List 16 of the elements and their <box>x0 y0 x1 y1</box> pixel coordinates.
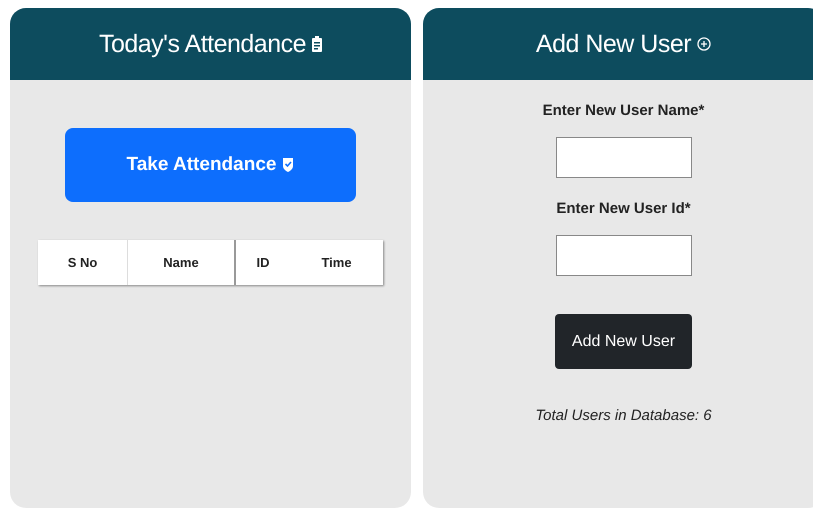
column-header: Name <box>128 240 236 285</box>
field-label: Enter New User Name* <box>542 102 704 119</box>
panel-title: Today's Attendance <box>98 30 306 58</box>
take-attendance-button[interactable]: Take Attendance <box>65 128 356 202</box>
column-header: ID <box>256 254 270 272</box>
total-users-text: Total Users in Database: 6 <box>535 407 712 424</box>
field-label: Enter New User Id* <box>556 200 691 217</box>
input-field[interactable] <box>556 235 692 276</box>
add-circle-icon <box>697 37 712 51</box>
input-field[interactable] <box>556 137 692 178</box>
shield-check-icon <box>282 157 294 173</box>
column-header: S No <box>38 240 128 285</box>
add-user-button[interactable]: Add New User <box>555 314 692 369</box>
clipboard-icon <box>312 36 322 52</box>
column-header: Time <box>320 254 353 272</box>
panel-title: Add New User <box>536 30 692 58</box>
